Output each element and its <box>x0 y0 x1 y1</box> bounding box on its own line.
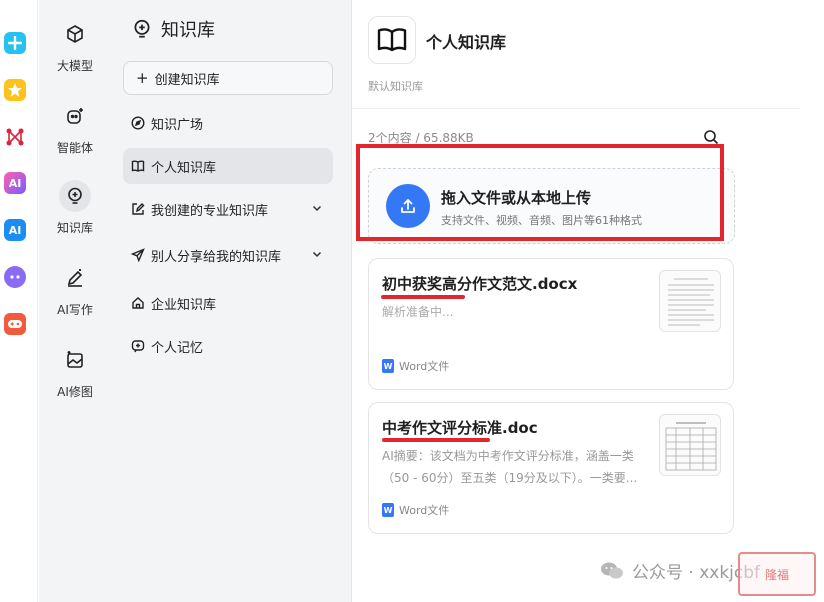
agent-icon <box>59 100 91 132</box>
rail-item-agent[interactable]: 智能体 <box>39 98 111 162</box>
sidebar-item-label: 我创建的专业知识库 <box>151 203 269 219</box>
sidebar-item-shared-kb[interactable]: 别人分享给我的知识库 <box>123 237 333 273</box>
sidebar-item-personal-kb[interactable]: 个人知识库 <box>123 148 333 184</box>
star-app-icon[interactable] <box>4 79 26 101</box>
nav-rail: 大模型 智能体 知识库 AI写作 AI修图 <box>39 0 111 602</box>
ai-app-icon[interactable]: AI <box>4 219 26 241</box>
app-tencent-icon[interactable] <box>4 32 26 54</box>
edit-icon <box>132 203 145 215</box>
knowledge-sidebar: 知识库 + 创建知识库 知识广场 个人知识库 我创建的专业知识库 别人分享给我的… <box>111 0 352 602</box>
file-type-label: Word文件 <box>399 504 450 517</box>
sidebar-item-knowledge-plaza[interactable]: 知识广场 <box>123 105 333 141</box>
search-icon[interactable] <box>703 129 719 145</box>
file-type: W Word文件 <box>382 358 449 374</box>
sidebar-item-label: 别人分享给我的知识库 <box>151 249 282 265</box>
rail-label: AI修图 <box>57 385 93 399</box>
file-title: 中考作文评分标准.doc <box>382 419 538 437</box>
kb-description: 默认知识库 <box>368 80 423 93</box>
sidebar-item-label: 个人记忆 <box>151 340 204 356</box>
ai-orb-app-icon[interactable]: AI <box>4 172 26 194</box>
sidebar-item-enterprise-kb[interactable]: 企业知识库 <box>123 285 333 321</box>
game-app-icon[interactable] <box>4 313 26 335</box>
create-knowledge-base-button[interactable]: + 创建知识库 <box>123 61 333 95</box>
word-file-icon: W <box>382 359 394 373</box>
create-button-label: 创建知识库 <box>154 72 220 88</box>
sidebar-header: 知识库 <box>131 16 215 42</box>
wechat-icon <box>601 562 623 578</box>
rail-item-image-edit[interactable]: AI修图 <box>39 342 111 406</box>
sidebar-item-my-pro-kb[interactable]: 我创建的专业知识库 <box>123 191 333 227</box>
plus-icon: + <box>136 68 149 87</box>
file-thumbnail <box>659 414 721 476</box>
rail-label: 知识库 <box>56 221 93 235</box>
sidebar-item-personal-memory[interactable]: 个人记忆 <box>123 328 333 364</box>
book-icon <box>377 28 407 52</box>
sidebar-item-label: 知识广场 <box>151 117 204 133</box>
rail-label: 大模型 <box>56 59 93 73</box>
main-panel: 个人知识库 默认知识库 2个内容 / 65.88KB 拖入文件或从本地上传 支持… <box>352 0 824 602</box>
sidebar-title: 知识库 <box>161 20 215 41</box>
file-card[interactable]: 初中获奖高分作文范文.docx 解析准备中... W Word文件 <box>368 258 734 390</box>
sidebar-item-label: 企业知识库 <box>151 297 217 313</box>
kb-cover <box>368 16 416 64</box>
file-title: 初中获奖高分作文范文.docx <box>382 275 578 293</box>
compass-icon <box>131 116 145 130</box>
file-type-label: Word文件 <box>399 360 450 373</box>
word-file-icon: W <box>382 503 394 517</box>
app-dock: AI AI <box>0 0 38 602</box>
sidebar-item-label: 个人知识库 <box>151 160 217 176</box>
file-type: W Word文件 <box>382 502 449 518</box>
memory-icon <box>131 340 145 353</box>
network-app-icon[interactable] <box>4 126 26 148</box>
rail-label: AI写作 <box>57 303 93 317</box>
file-card[interactable]: 中考作文评分标准.doc AI摘要：该文档为中考作文评分标准，涵盖一类（50 -… <box>368 402 734 534</box>
rail-item-writing[interactable]: AI写作 <box>39 260 111 324</box>
image-icon <box>59 344 91 376</box>
divider <box>352 108 800 109</box>
file-status: 解析准备中... <box>382 305 454 319</box>
bulb-icon <box>59 180 91 212</box>
red-highlight-box <box>356 144 724 241</box>
watermark-logo: 隆福 <box>738 552 816 596</box>
file-summary: AI摘要：该文档为中考作文评分标准，涵盖一类（50 - 60分）至五类（19分及… <box>382 449 638 485</box>
rail-label: 智能体 <box>56 141 93 155</box>
cube-icon <box>59 18 91 50</box>
watermark: 公众号 · xxkjcbf <box>600 558 760 583</box>
kb-title: 个人知识库 <box>426 33 507 52</box>
red-underline-annotation <box>381 295 465 299</box>
pen-icon <box>59 262 91 294</box>
rail-item-model[interactable]: 大模型 <box>39 16 111 80</box>
red-underline-annotation <box>382 438 490 442</box>
book-icon <box>131 160 145 172</box>
send-icon <box>131 248 145 262</box>
rail-item-knowledge[interactable]: 知识库 <box>39 178 111 242</box>
file-thumbnail <box>659 270 721 332</box>
bot-app-icon[interactable] <box>4 266 26 288</box>
chevron-down-icon[interactable] <box>311 248 323 260</box>
home-icon <box>132 297 144 309</box>
bulb-icon <box>134 19 150 38</box>
chevron-down-icon[interactable] <box>311 202 323 214</box>
